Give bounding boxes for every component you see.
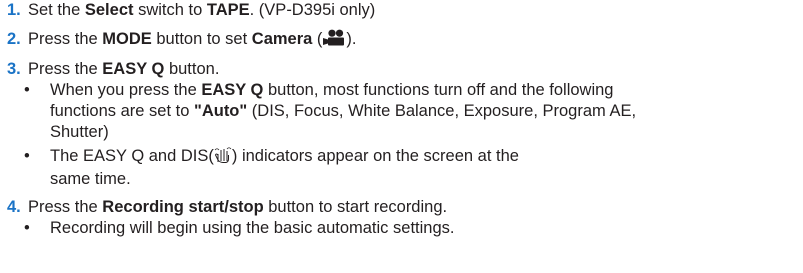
movie-camera-icon [322,29,346,52]
bullet-dot: • [24,81,30,99]
bullet-text: The EASY Q and DIS() indicators appear o… [50,147,519,188]
step-text: Press the EASY Q button. [28,60,220,78]
bullet-text: Recording will begin using the basic aut… [50,219,455,237]
step-text: Press the MODE button to set Camera (). [28,29,357,52]
instruction-page: 1. Set the Select switch to TAPE. (VP-D3… [0,0,803,273]
step-number: 1. [7,1,21,19]
dis-hand-icon [214,147,232,169]
step-number: 3. [7,60,21,78]
step-text: Set the Select switch to TAPE. (VP-D395i… [28,1,376,19]
bullet-dot: • [24,219,30,237]
bullet-dot: • [24,147,30,165]
bullet-text: When you press the EASY Q button, most f… [50,81,637,141]
step-text: Press the Recording start/stop button to… [28,198,448,216]
step-number: 2. [7,30,21,48]
step-number: 4. [7,198,21,216]
